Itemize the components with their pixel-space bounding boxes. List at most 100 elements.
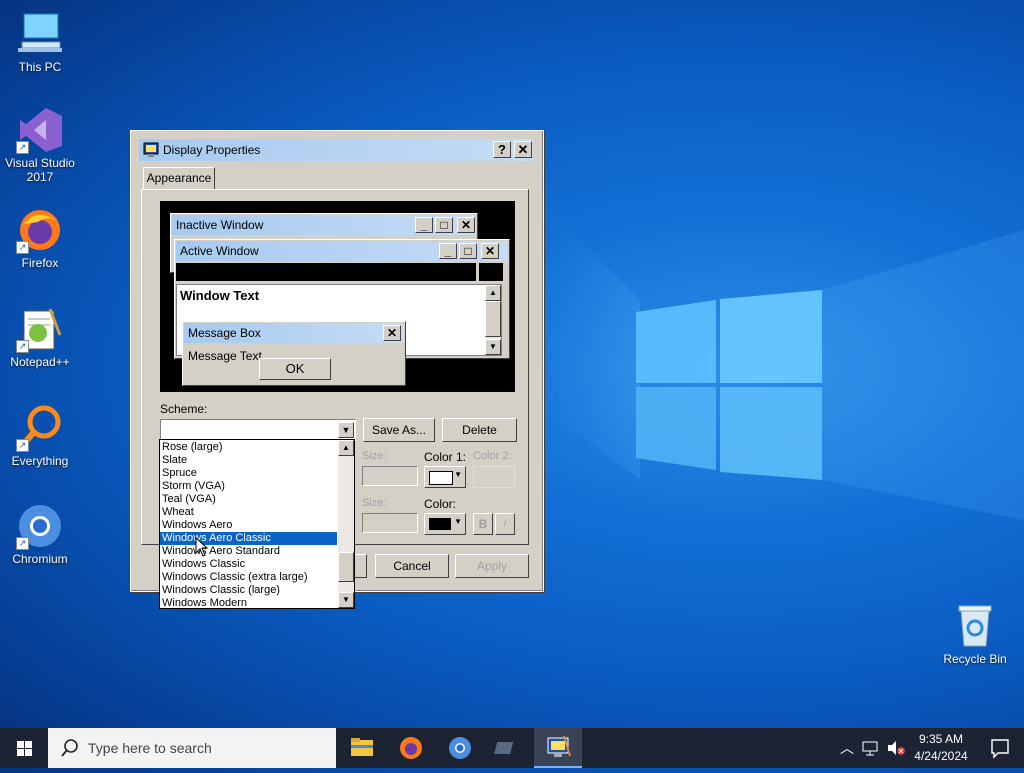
color2-label: Color 2: xyxy=(473,450,512,462)
windows-logo xyxy=(636,290,822,480)
chevron-up-icon[interactable]: ︿ xyxy=(840,738,854,758)
taskbar-chromium[interactable] xyxy=(436,728,484,768)
dialog-titlebar[interactable]: Display Properties ? ✕ xyxy=(139,139,533,161)
network-icon[interactable] xyxy=(862,740,880,756)
scheme-option[interactable]: Windows Aero xyxy=(160,519,337,532)
scheme-option[interactable]: Storm (VGA) xyxy=(160,480,337,493)
windows-start-icon xyxy=(17,741,32,756)
scheme-option[interactable]: Windows Aero Standard xyxy=(160,545,337,558)
scheme-option[interactable]: Windows Classic (large) xyxy=(160,584,337,597)
shortcut-arrow-icon: ↗ xyxy=(16,537,29,550)
mouse-cursor-icon xyxy=(195,537,209,557)
message-text: Message Text xyxy=(188,349,262,363)
desktop-icon-chromium[interactable]: ↗ Chromium xyxy=(0,502,80,566)
chevron-down-icon: ▼ xyxy=(454,470,462,479)
scroll-up-icon: ▲ xyxy=(485,285,501,301)
everything-search-icon: ↗ xyxy=(16,404,64,452)
desktop-icon-recycle-bin[interactable]: Recycle Bin xyxy=(935,602,1015,666)
color1-label: Color 1: xyxy=(424,450,467,464)
shortcut-arrow-icon: ↗ xyxy=(16,241,29,254)
shortcut-arrow-icon: ↗ xyxy=(16,340,29,353)
scheme-option[interactable]: Windows Aero Classic xyxy=(160,532,337,545)
start-button[interactable] xyxy=(0,728,48,768)
search-icon xyxy=(61,739,78,757)
desktop-icon-everything[interactable]: ↗ Everything xyxy=(0,404,80,468)
dropdown-scrollbar[interactable]: ▲ ▼ xyxy=(338,440,354,608)
appearance-preview: Inactive Window _ □ ✕ Active Window _ □ … xyxy=(160,201,515,392)
desktop-icon-notepadpp[interactable]: ↗ Notepad++ xyxy=(0,305,80,369)
tab-appearance[interactable]: Appearance xyxy=(143,167,215,189)
scroll-thumb xyxy=(485,301,501,337)
notification-icon xyxy=(991,739,1009,759)
clock-date: 4/24/2024 xyxy=(914,749,968,763)
visual-studio-icon: ↗ xyxy=(16,106,64,154)
scheme-option[interactable]: Wheat xyxy=(160,506,337,519)
taskbar-firefox[interactable] xyxy=(387,728,435,768)
maximize-icon: □ xyxy=(459,243,477,259)
display-properties-icon xyxy=(143,142,159,158)
cancel-button[interactable]: Cancel xyxy=(375,554,449,578)
close-icon: ✕ xyxy=(457,217,475,233)
window-text: Window Text xyxy=(180,288,260,303)
apply-button[interactable]: Apply xyxy=(455,554,529,578)
close-icon: ✕ xyxy=(383,325,401,341)
scheme-select[interactable]: ▼ xyxy=(160,419,356,441)
help-button[interactable]: ? xyxy=(493,141,511,158)
italic-button[interactable]: I xyxy=(495,513,515,535)
clock-time: 9:35 AM xyxy=(918,732,964,746)
computer-icon xyxy=(16,10,64,58)
preview-ok-button: OK xyxy=(259,358,331,380)
close-button[interactable]: ✕ xyxy=(514,141,532,158)
scheme-option[interactable]: Windows Classic (extra large) xyxy=(160,571,337,584)
scheme-dropdown-list[interactable]: Rose (large) Slate Spruce Storm (VGA) Teal (… xyxy=(159,439,355,609)
chevron-down-icon[interactable]: ▼ xyxy=(338,422,354,438)
scroll-down-icon[interactable]: ▼ xyxy=(338,592,354,608)
minimize-icon: _ xyxy=(439,243,457,259)
bold-button[interactable]: B xyxy=(473,513,493,535)
taskbar-file-explorer[interactable] xyxy=(338,728,386,768)
scroll-up-icon[interactable]: ▲ xyxy=(338,440,354,456)
firefox-icon: ↗ xyxy=(16,206,64,254)
font-color-picker[interactable]: ▼ xyxy=(424,513,466,535)
desktop-icon-firefox[interactable]: ↗ Firefox xyxy=(0,206,80,270)
font-size-label: Size: xyxy=(362,497,387,509)
notepadpp-icon: ↗ xyxy=(16,305,64,353)
chromium-icon: ↗ xyxy=(16,502,64,550)
color2-picker[interactable] xyxy=(473,466,515,488)
chromium-icon xyxy=(449,737,471,759)
desktop-icon-this-pc[interactable]: This PC xyxy=(0,10,80,74)
scheme-option[interactable]: Slate xyxy=(160,454,337,467)
scheme-option[interactable]: Windows Modern xyxy=(160,597,337,608)
scheme-options: Rose (large) Slate Spruce Storm (VGA) Teal (… xyxy=(160,441,337,608)
scheme-option[interactable]: Teal (VGA) xyxy=(160,493,337,506)
maximize-icon: □ xyxy=(435,217,453,233)
desktop-icon-visual-studio[interactable]: ↗ Visual Studio 2017 xyxy=(0,106,80,184)
volume-muted-icon[interactable] xyxy=(886,740,906,756)
menu-bar-preview-end xyxy=(479,263,503,281)
size-spinner[interactable] xyxy=(362,466,418,486)
scroll-thumb[interactable] xyxy=(338,552,354,582)
scheme-option[interactable]: Spruce xyxy=(160,467,337,480)
scheme-option[interactable]: Windows Classic xyxy=(160,558,337,571)
folder-icon xyxy=(351,738,373,756)
taskbar-search-box[interactable]: Type here to search xyxy=(48,728,336,768)
clock[interactable]: 9:35 AM 4/24/2024 xyxy=(908,728,974,768)
taskbar: Type here to search ︿ 9:35 AM 4/24/2024 xyxy=(0,728,1024,768)
close-icon: ✕ xyxy=(481,243,499,259)
taskbar-display-properties[interactable] xyxy=(534,728,582,768)
recycle-bin-icon xyxy=(951,602,999,650)
action-center-button[interactable] xyxy=(976,728,1024,768)
font-size-select[interactable] xyxy=(362,513,418,533)
taskbar-app-4[interactable] xyxy=(485,728,533,768)
search-placeholder: Type here to search xyxy=(88,740,212,756)
save-as-button[interactable]: Save As... xyxy=(363,418,435,442)
font-color-swatch xyxy=(429,518,451,530)
preview-scrollbar: ▲ ▼ xyxy=(485,285,501,355)
delete-button[interactable]: Delete xyxy=(442,418,517,442)
shortcut-arrow-icon: ↗ xyxy=(16,141,29,154)
color1-picker[interactable]: ▼ xyxy=(424,466,466,488)
scheme-option[interactable]: Rose (large) xyxy=(160,441,337,454)
shortcut-arrow-icon: ↗ xyxy=(16,439,29,452)
firefox-icon xyxy=(400,737,422,759)
scroll-down-icon: ▼ xyxy=(485,339,501,355)
